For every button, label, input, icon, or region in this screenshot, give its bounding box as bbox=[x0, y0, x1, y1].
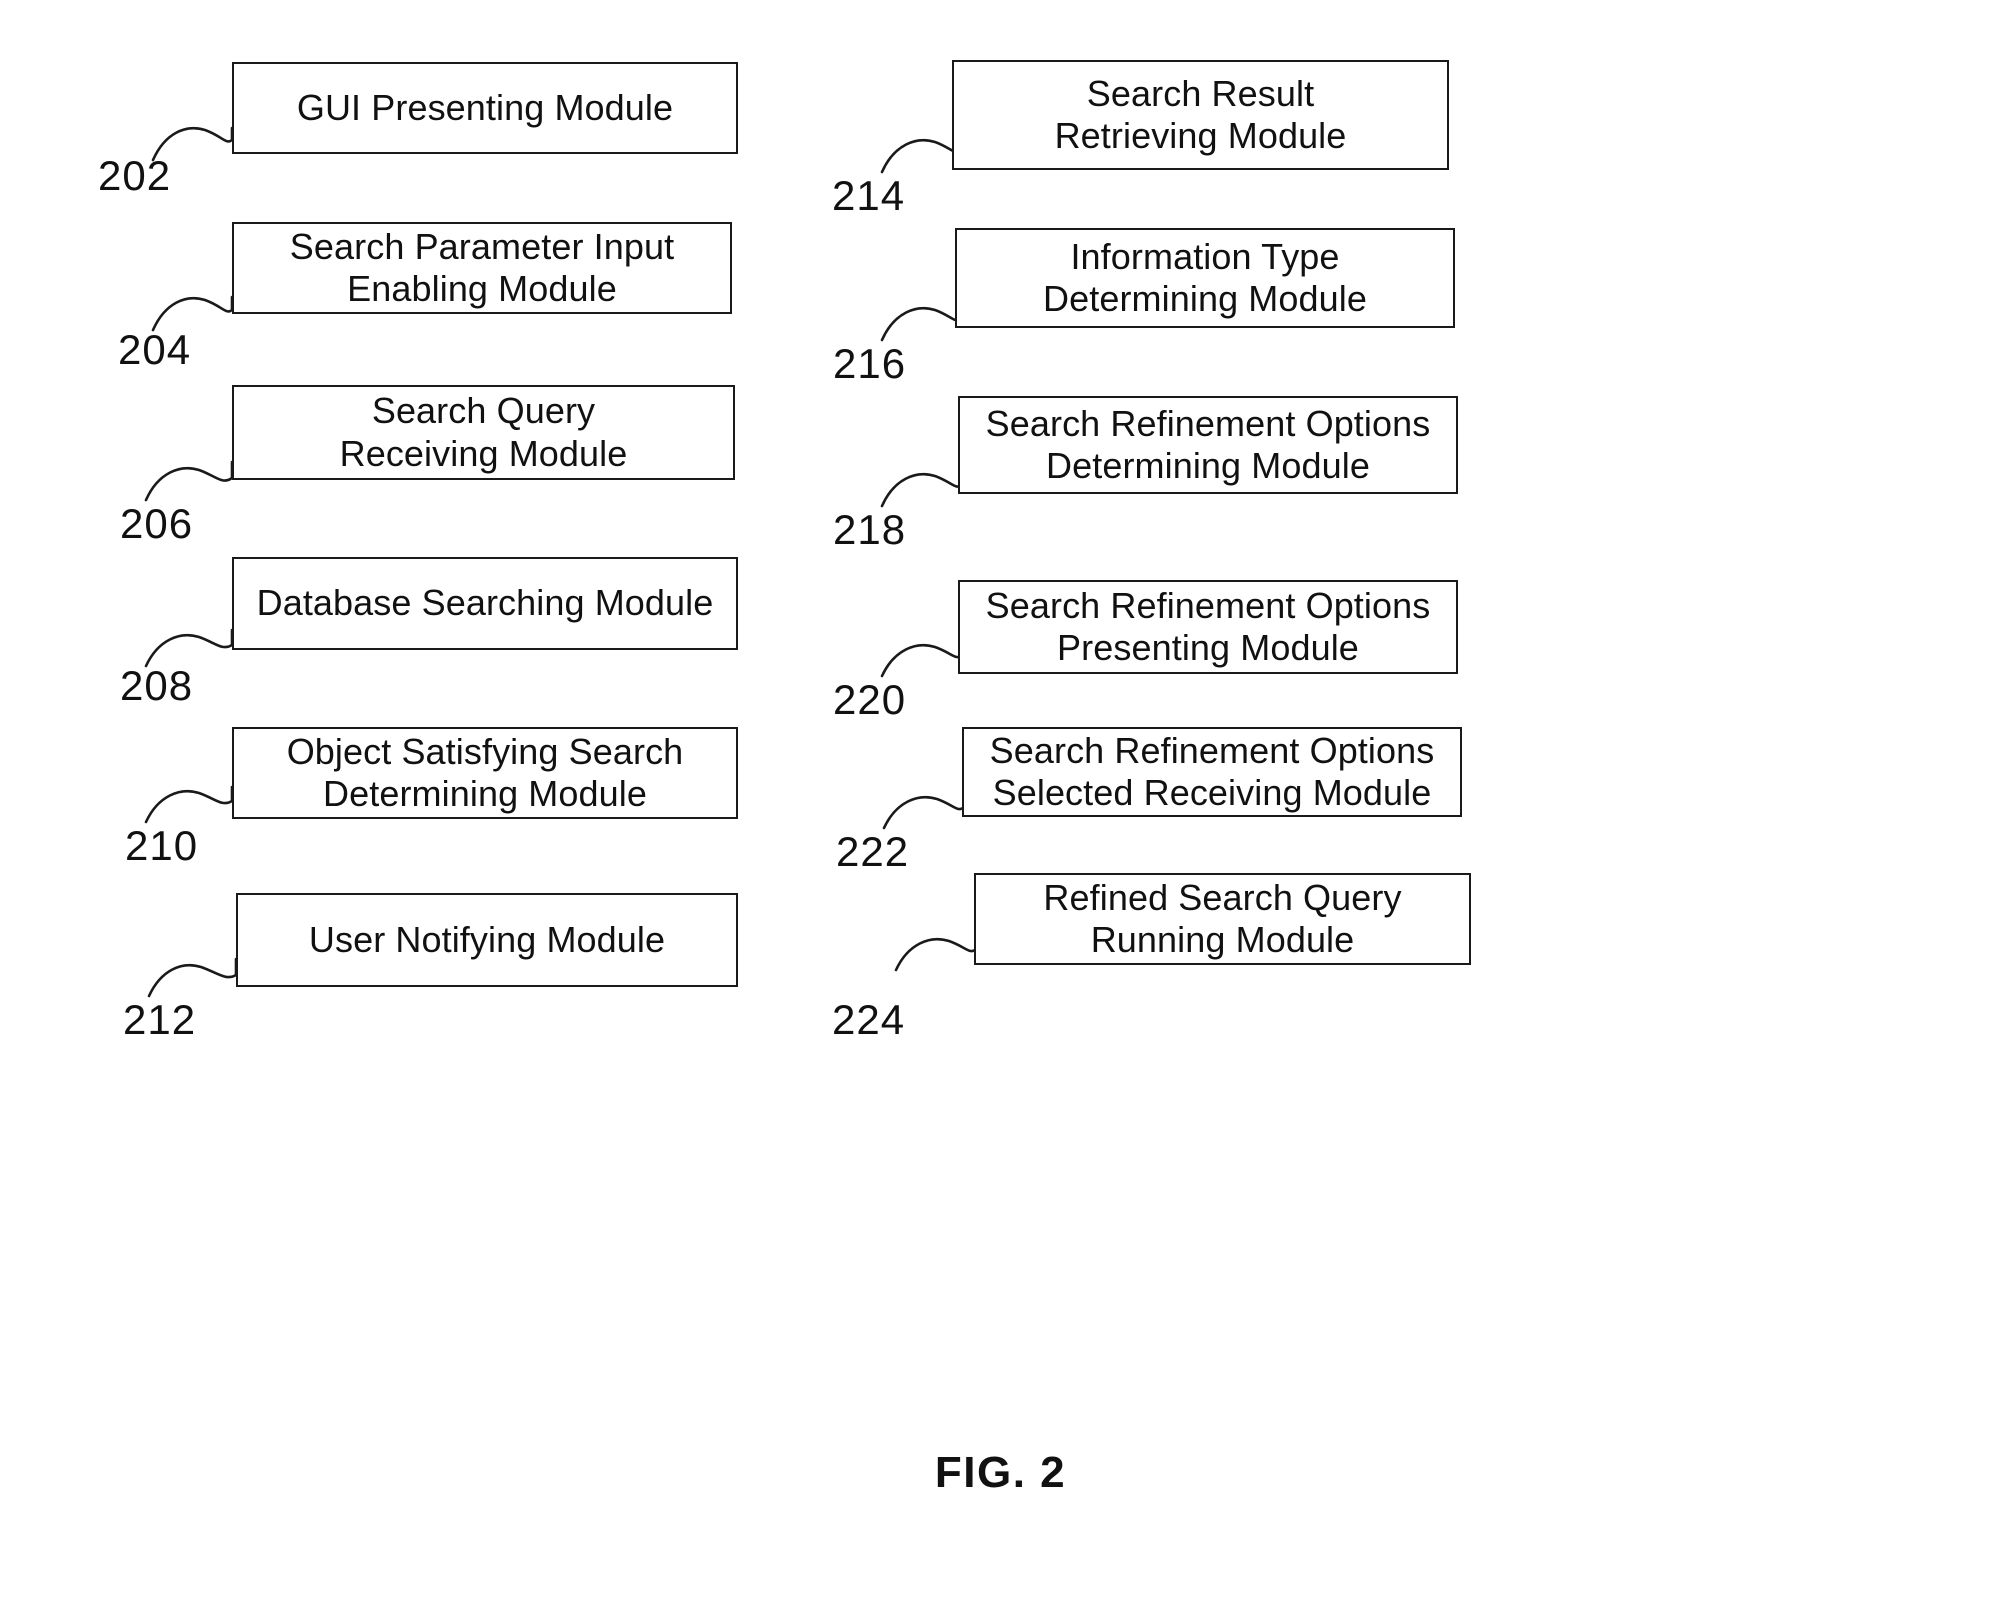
ref-number-222: 222 bbox=[836, 828, 910, 875]
module-box-218[interactable]: Search Refinement Options Determining Mo… bbox=[958, 396, 1458, 494]
module-box-202[interactable]: GUI Presenting Module bbox=[232, 62, 738, 154]
ref-number-210: 210 bbox=[125, 822, 199, 869]
ref-number-218: 218 bbox=[833, 506, 907, 553]
patent-figure: GUI Presenting Module 202 Search Paramet… bbox=[0, 0, 2001, 1623]
module-box-216[interactable]: Information Type Determining Module bbox=[955, 228, 1455, 328]
ref-number-208: 208 bbox=[120, 662, 194, 709]
ref-number-206: 206 bbox=[120, 500, 194, 547]
ref-number-212: 212 bbox=[123, 996, 197, 1043]
ref-number-214: 214 bbox=[832, 172, 906, 219]
ref-number-216: 216 bbox=[833, 340, 907, 387]
module-box-206[interactable]: Search Query Receiving Module bbox=[232, 385, 735, 480]
module-label-216: Information Type Determining Module bbox=[1043, 235, 1367, 319]
module-box-220[interactable]: Search Refinement Options Presenting Mod… bbox=[958, 580, 1458, 674]
module-label-208: Database Searching Module bbox=[256, 582, 714, 624]
module-label-220: Search Refinement Options Presenting Mod… bbox=[985, 584, 1431, 668]
module-label-202: GUI Presenting Module bbox=[296, 86, 674, 128]
leader-line-222 bbox=[882, 790, 966, 830]
module-label-204: Search Parameter Input Enabling Module bbox=[289, 225, 675, 309]
module-box-222[interactable]: Search Refinement Options Selected Recei… bbox=[962, 727, 1462, 817]
leader-line-216 bbox=[880, 301, 964, 342]
ref-number-202: 202 bbox=[98, 152, 172, 199]
ref-number-224: 224 bbox=[832, 996, 906, 1043]
leader-line-206 bbox=[144, 460, 234, 502]
ref-number-220: 220 bbox=[833, 676, 907, 723]
module-label-212: User Notifying Module bbox=[308, 918, 666, 960]
module-label-214: Search Result Retrieving Module bbox=[1054, 72, 1347, 156]
module-label-206: Search Query Receiving Module bbox=[339, 390, 628, 474]
module-label-222: Search Refinement Options Selected Recei… bbox=[989, 729, 1435, 813]
module-label-210: Object Satisfying Search Determining Mod… bbox=[286, 730, 684, 814]
module-box-212[interactable]: User Notifying Module bbox=[236, 893, 738, 987]
module-label-218: Search Refinement Options Determining Mo… bbox=[985, 402, 1431, 486]
leader-line-212 bbox=[147, 957, 238, 998]
module-box-214[interactable]: Search Result Retrieving Module bbox=[952, 60, 1449, 170]
module-box-224[interactable]: Refined Search Query Running Module bbox=[974, 873, 1471, 965]
ref-number-204: 204 bbox=[118, 326, 192, 373]
module-box-210[interactable]: Object Satisfying Search Determining Mod… bbox=[232, 727, 738, 819]
leader-line-214 bbox=[880, 133, 964, 174]
leader-line-210 bbox=[144, 785, 234, 824]
module-box-208[interactable]: Database Searching Module bbox=[232, 557, 738, 650]
leader-line-220 bbox=[880, 638, 964, 678]
figure-caption: FIG. 2 bbox=[934, 1448, 1067, 1497]
leader-line-224 bbox=[894, 932, 978, 972]
leader-line-208 bbox=[144, 628, 234, 668]
leader-line-218 bbox=[880, 467, 964, 508]
module-box-204[interactable]: Search Parameter Input Enabling Module bbox=[232, 222, 732, 314]
module-label-224: Refined Search Query Running Module bbox=[1043, 876, 1402, 960]
